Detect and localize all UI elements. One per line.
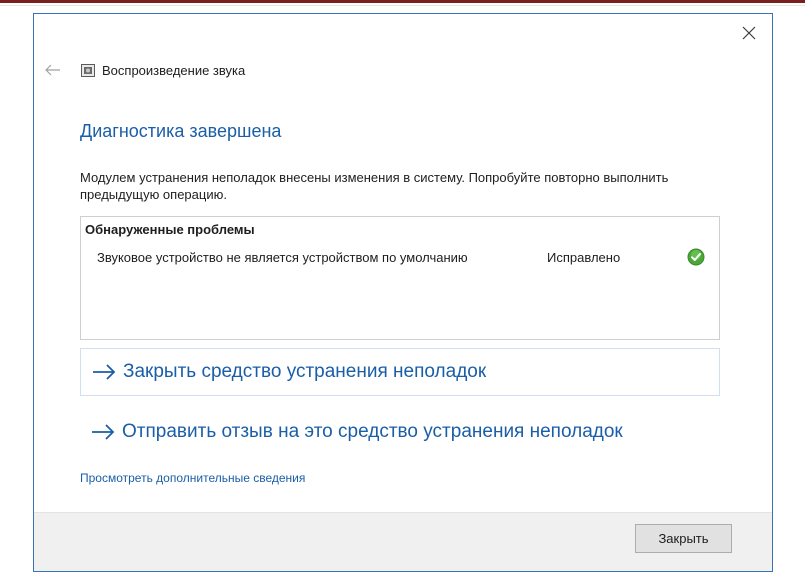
back-button[interactable]: [42, 60, 64, 80]
check-icon: [687, 248, 705, 266]
back-arrow-icon: [45, 64, 60, 76]
send-feedback-link[interactable]: Отправить отзыв на это средство устранен…: [80, 408, 720, 456]
close-window-button[interactable]: [734, 18, 764, 48]
problems-panel: Обнаруженные проблемы Звуковое устройств…: [80, 216, 720, 340]
problem-row: Звуковое устройство не является устройст…: [81, 247, 719, 271]
troubleshooter-window: Воспроизведение звука Диагностика заверш…: [33, 13, 773, 572]
close-troubleshooter-label: Закрыть средство устранения неполадок: [123, 361, 487, 382]
arrow-right-icon: [93, 364, 116, 380]
view-details-link[interactable]: Просмотреть дополнительные сведения: [80, 471, 305, 485]
close-troubleshooter-link[interactable]: Закрыть средство устранения неполадок: [80, 348, 720, 396]
top-accent-bar: [0, 0, 805, 3]
top-strip: [0, 0, 805, 6]
close-button[interactable]: Закрыть: [635, 524, 732, 553]
speaker-icon: [81, 64, 95, 77]
window-title: Воспроизведение звука: [102, 63, 246, 78]
footer-bar: Закрыть: [34, 512, 772, 571]
close-icon: [742, 26, 756, 40]
page-heading: Диагностика завершена: [80, 121, 282, 141]
send-feedback-label: Отправить отзыв на это средство устранен…: [122, 421, 623, 442]
result-message: Модулем устранения неполадок внесены изм…: [80, 170, 669, 202]
problems-header: Обнаруженные проблемы: [85, 222, 255, 237]
problem-description: Звуковое устройство не является устройст…: [97, 250, 468, 265]
arrow-right-icon: [92, 424, 115, 440]
problem-status: Исправлено: [547, 250, 621, 265]
